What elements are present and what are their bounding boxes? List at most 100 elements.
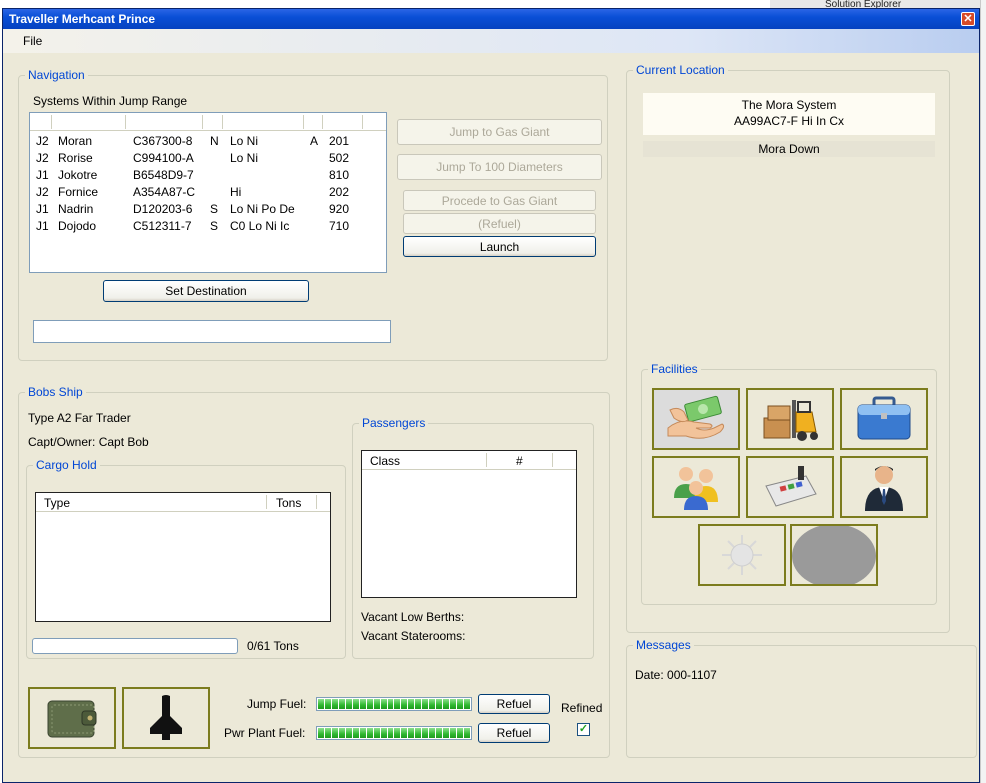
menu-bar: File <box>3 29 979 53</box>
system-uwp: B6548D9-7 <box>133 168 194 182</box>
systems-list[interactable]: J2 Moran C367300-8 N Lo Ni A 201 J2 Rorise C99410… <box>29 112 387 273</box>
location-port-name: Mora Down <box>758 142 820 156</box>
system-uwp: D120203-6 <box>133 202 193 216</box>
systems-list-row[interactable]: J1 Jokotre B6548D9-7 810 <box>30 167 386 184</box>
briefcase-facility[interactable] <box>840 388 928 450</box>
passengers-title: Passengers <box>359 416 429 430</box>
fuel-segment <box>415 728 422 738</box>
set-destination-button[interactable]: Set Destination <box>103 280 309 302</box>
system-zone: A <box>310 134 319 148</box>
messages-title: Messages <box>633 638 694 652</box>
fuel-segment <box>331 728 338 738</box>
fuel-segment <box>429 728 436 738</box>
systems-list-row[interactable]: J1 Dojodo C512311-7 S C0 Lo Ni Ic 710 <box>30 218 386 235</box>
fuel-segment <box>457 699 464 709</box>
cargo-list-header: Type Tons <box>36 493 330 512</box>
ship-group: Bobs Ship Type A2 Far Trader Capt/Owner:… <box>18 385 610 758</box>
systems-list-row[interactable]: J1 Nadrin D120203-6 S Lo Ni Po De 920 <box>30 201 386 218</box>
ship-owner: Capt/Owner: Capt Bob <box>28 435 149 449</box>
sun-icon <box>722 535 762 575</box>
people-facility[interactable] <box>652 456 740 518</box>
fuel-segment <box>387 728 394 738</box>
fuel-segment <box>443 699 450 709</box>
fuel-segment <box>415 699 422 709</box>
fuel-segment <box>394 728 401 738</box>
launch-button[interactable]: Launch <box>403 236 596 257</box>
system-codes: Lo Ni Po De <box>230 202 295 216</box>
cargo-capacity-bar <box>32 638 238 654</box>
system-pbg: 502 <box>329 151 350 165</box>
procede-gas-giant-button[interactable]: Procede to Gas Giant <box>403 190 596 211</box>
fuel-segment <box>338 728 345 738</box>
location-port-box: Mora Down <box>643 141 935 157</box>
fuel-segment <box>331 699 338 709</box>
fuel-segment <box>318 699 324 709</box>
fuel-segment <box>324 728 331 738</box>
refuel-disabled-button[interactable]: (Refuel) <box>403 213 596 234</box>
current-location-group: Current Location The Mora System AA99AC7… <box>626 63 950 633</box>
wallet-button[interactable] <box>28 687 116 749</box>
fuel-segment <box>324 699 331 709</box>
fuel-segment <box>373 728 380 738</box>
vacant-low-berths: Vacant Low Berths: <box>361 610 465 624</box>
ship-title: Bobs Ship <box>25 385 86 399</box>
fuel-segment <box>408 728 415 738</box>
fuel-segment <box>359 699 366 709</box>
gray-disc-facility[interactable] <box>790 524 878 586</box>
money-exchange-icon <box>667 395 725 439</box>
current-location-title: Current Location <box>633 63 728 77</box>
cargo-hold-title: Cargo Hold <box>33 458 100 472</box>
trade-terminal-icon <box>765 466 817 507</box>
systems-label: Systems Within Jump Range <box>33 94 188 108</box>
location-system-name: The Mora System <box>741 98 837 112</box>
pwr-fuel-refuel-button[interactable]: Refuel <box>478 723 550 743</box>
businessman-facility[interactable] <box>840 456 928 518</box>
location-system-box: The Mora System AA99AC7-F Hi In Cx <box>643 93 935 135</box>
fuel-segment <box>318 728 324 738</box>
fuel-segment <box>394 699 401 709</box>
fuel-segment <box>450 699 457 709</box>
system-name: Dojodo <box>58 219 97 233</box>
money-exchange-facility[interactable] <box>652 388 740 450</box>
system-codes: Hi <box>230 185 242 199</box>
destination-status-field[interactable] <box>33 320 391 343</box>
cargo-capacity-text: 0/61 Tons <box>247 639 299 653</box>
location-uwp: AA99AC7-F Hi In Cx <box>733 114 845 128</box>
sun-facility[interactable] <box>698 524 786 586</box>
jump-fuel-label: Jump Fuel: <box>247 697 307 711</box>
businessman-icon <box>865 466 903 511</box>
system-jump: J2 <box>36 185 49 199</box>
fuel-segment <box>457 728 464 738</box>
jump-100-diameters-button[interactable]: Jump To 100 Diameters <box>397 154 602 180</box>
jump-fuel-refuel-button[interactable]: Refuel <box>478 694 550 714</box>
fuel-segment <box>429 699 436 709</box>
systems-list-row[interactable]: J2 Rorise C994100-A Lo Ni 502 <box>30 150 386 167</box>
systems-list-row[interactable]: J2 Moran C367300-8 N Lo Ni A 201 <box>30 133 386 150</box>
app-window: Traveller Merhcant Prince ✕ File Navigat… <box>2 8 980 783</box>
systems-list-row[interactable]: J2 Fornice A354A87-C Hi 202 <box>30 184 386 201</box>
fuel-segment <box>436 699 443 709</box>
close-button[interactable]: ✕ <box>961 12 975 26</box>
passengers-list[interactable]: Class # <box>361 450 577 598</box>
window-title: Traveller Merhcant Prince <box>9 12 156 26</box>
menu-file[interactable]: File <box>23 34 42 48</box>
navigation-title: Navigation <box>25 68 88 82</box>
jump-gas-giant-button[interactable]: Jump to Gas Giant <box>397 119 602 145</box>
system-jump: J1 <box>36 219 49 233</box>
system-uwp: A354A87-C <box>133 185 196 199</box>
pwr-fuel-label: Pwr Plant Fuel: <box>224 726 306 740</box>
fuel-segment <box>345 699 352 709</box>
refined-checkbox[interactable]: ✓ <box>577 723 590 736</box>
cargo-list[interactable]: Type Tons <box>35 492 331 622</box>
facilities-title: Facilities <box>648 362 701 376</box>
system-pbg: 201 <box>329 134 350 148</box>
gray-disc-icon <box>792 526 876 584</box>
system-name: Rorise <box>58 151 93 165</box>
trade-terminal-facility[interactable] <box>746 456 834 518</box>
fuel-segment <box>464 728 470 738</box>
fuel-segment <box>387 699 394 709</box>
title-bar[interactable]: Traveller Merhcant Prince ✕ <box>3 9 979 29</box>
ship-button[interactable] <box>122 687 210 749</box>
cargo-facility[interactable] <box>746 388 834 450</box>
fuel-segment <box>352 728 359 738</box>
